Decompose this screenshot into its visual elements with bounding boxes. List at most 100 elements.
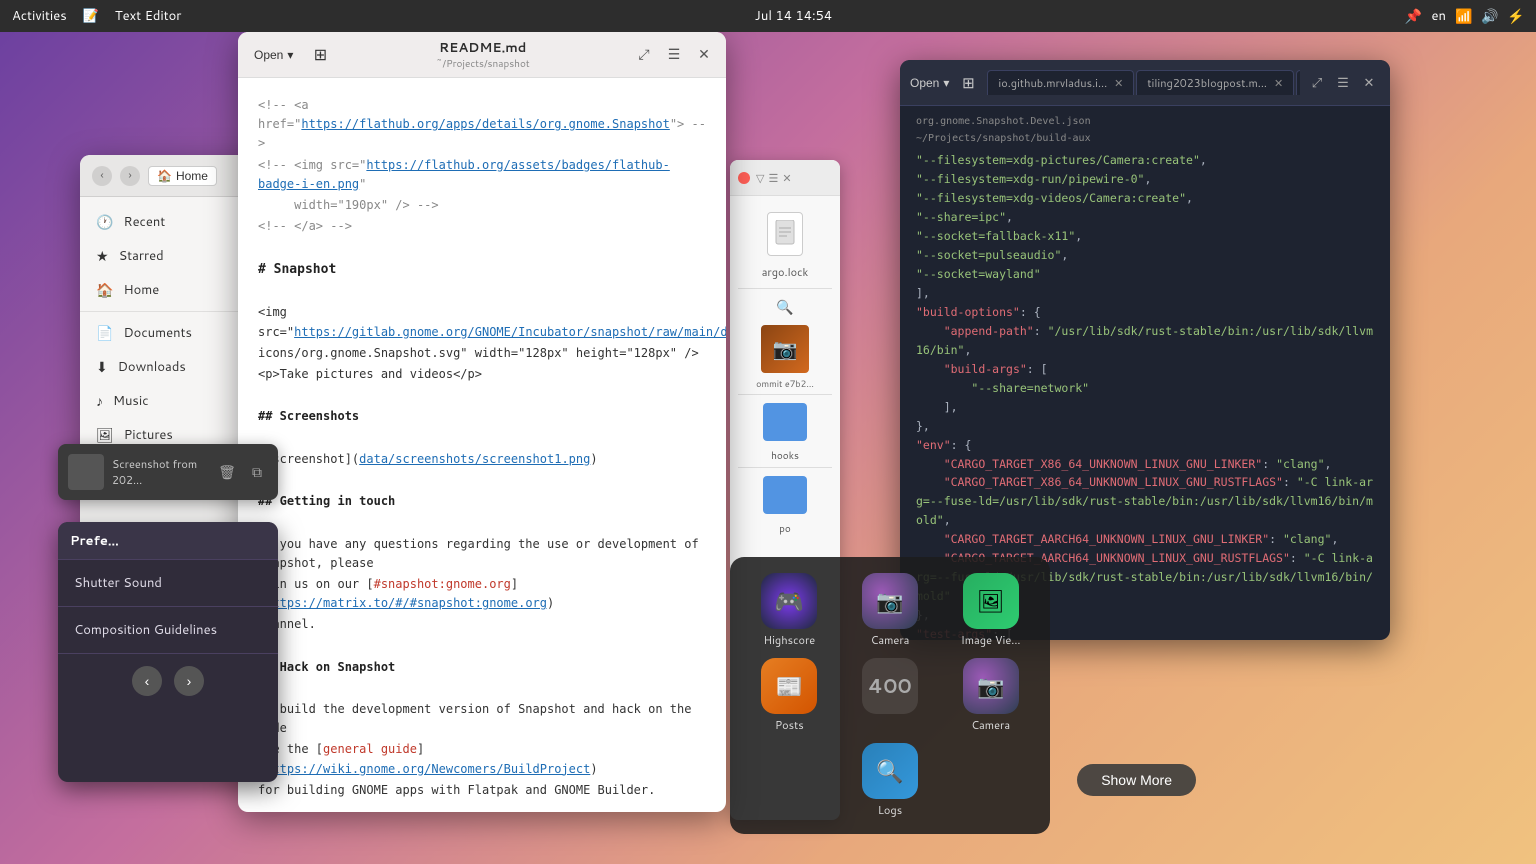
sidebar-item-documents-label: Documents <box>123 324 192 342</box>
te-new-tab-button[interactable]: ⊞ <box>307 42 333 68</box>
topbar: Activities 📝 Text Editor Jul 14 14:54 📌 … <box>0 0 1536 32</box>
app-name-icon: 📝 <box>83 7 99 25</box>
app-grid-top-row: 🎮 Highscore 📷 Camera 🖼 Image Vie... 📰 Po… <box>742 573 1038 818</box>
camera-top-label: Camera <box>871 632 910 648</box>
git-filter-icon: ▽ <box>756 170 764 186</box>
pictures-icon: 🖼 <box>96 425 114 445</box>
prefs-shutter-sound-label: Shutter Sound <box>74 574 162 592</box>
te-open-label: Open <box>254 48 283 62</box>
fm-home-button[interactable]: 🏠 Home <box>148 166 217 186</box>
app-item-highscore[interactable]: 🎮 Highscore <box>742 573 837 648</box>
sidebar-item-pictures-label: Pictures <box>124 426 173 444</box>
tej-file-path: ~/Projects/snapshot/build-aux <box>916 133 1091 144</box>
tej-open-button[interactable]: Open ▾ <box>910 76 949 90</box>
logs-icon: 🔍 <box>862 743 918 799</box>
te-open-chevron-icon: ▾ <box>287 48 293 62</box>
git-commit-info: ommit e7b2... <box>738 377 832 390</box>
te-file-path: ~/Projects/snapshot <box>341 57 624 71</box>
wifi-icon: 📶 <box>1456 8 1472 24</box>
highscore-icon: 🎮 <box>761 573 817 629</box>
app-item-camera-bottom[interactable]: 📷 Camera <box>943 658 1038 733</box>
text-editor-json-window: Open ▾ ⊞ io.github.mrvladus.i... ✕ tilin… <box>900 60 1390 640</box>
tej-new-tab-button[interactable]: ⊞ <box>955 70 981 96</box>
prefs-prev-button[interactable]: ‹ <box>132 666 162 696</box>
prefs-shutter-sound[interactable]: Shutter Sound <box>58 560 278 607</box>
starred-icon: ★ <box>96 246 109 266</box>
git-content: argo.lock 🔍 📷 ommit e7b2... hooks po <box>730 196 840 544</box>
te-menu-button[interactable]: ☰ <box>662 43 686 67</box>
camera-top-icon: 📷 <box>862 573 918 629</box>
te-content-area[interactable]: <!-- <a href="https://flathub.org/apps/d… <box>238 78 726 812</box>
image-viewer-label: Image Vie... <box>961 632 1021 648</box>
tej-tab-1[interactable]: tiling2023blogpost.m... ✕ <box>1136 70 1294 95</box>
pin-icon: 📌 <box>1406 8 1422 24</box>
tej-tab-0[interactable]: io.github.mrvladus.i... ✕ <box>987 70 1134 95</box>
fm-forward-button[interactable]: › <box>120 166 140 186</box>
sidebar-item-downloads-label: Downloads <box>118 358 186 376</box>
activities-label[interactable]: Activities <box>12 7 67 25</box>
posts-label: Posts <box>775 717 804 733</box>
camera-bottom-icon: 📷 <box>963 658 1019 714</box>
preferences-panel: Prefe... Shutter Sound Composition Guide… <box>58 522 278 782</box>
music-icon: ♪ <box>96 391 103 411</box>
prefs-composition-guidelines[interactable]: Composition Guidelines <box>58 607 278 654</box>
lang-label: en <box>1432 7 1446 25</box>
volume-icon: 🔊 <box>1482 8 1498 24</box>
power-icon: ⚡ <box>1508 8 1524 24</box>
posts-icon: 📰 <box>761 658 817 714</box>
te-zoom-button[interactable]: ⤢ <box>632 43 656 67</box>
tej-title-area: org.gnome.Snapshot.Devel.json ~/Projects… <box>916 114 1374 147</box>
fm-back-button[interactable]: ‹ <box>92 166 112 186</box>
image-viewer-icon: 🖼 <box>963 573 1019 629</box>
git-panel-close-icon[interactable]: ✕ <box>782 170 791 186</box>
screenshot-delete-button[interactable]: 🗑 <box>216 461 238 483</box>
tej-file-title: org.gnome.Snapshot.Devel.json <box>916 116 1091 127</box>
prefs-composition-guidelines-label: Composition Guidelines <box>74 621 217 639</box>
te-titlebar: Open ▾ ⊞ README.md ~/Projects/snapshot ⤢… <box>238 32 726 78</box>
git-file-icon <box>767 212 803 256</box>
show-more-button[interactable]: Show More <box>1077 764 1196 796</box>
prefs-title: Prefe... <box>70 532 266 550</box>
logs-label: Logs <box>878 802 902 818</box>
git-folder-po[interactable] <box>763 476 807 514</box>
git-folder-hooks-label: hooks <box>738 449 832 463</box>
prefs-next-button[interactable]: › <box>174 666 204 696</box>
git-folder-po-label: po <box>738 522 832 536</box>
app-item-image-viewer[interactable]: 🖼 Image Vie... <box>943 573 1038 648</box>
number-400-icon: 400 <box>862 658 918 714</box>
fm-home-label: Home <box>176 169 208 183</box>
app-item-400[interactable]: 400 <box>843 658 938 733</box>
app-item-blank <box>742 743 837 818</box>
sidebar-item-home-label: Home <box>123 281 159 299</box>
app-item-logs[interactable]: 🔍 Logs <box>843 743 938 818</box>
documents-icon: 📄 <box>96 323 113 343</box>
screenshot-thumbnail <box>68 454 104 490</box>
highscore-label: Highscore <box>763 632 815 648</box>
te-open-button[interactable]: Open ▾ <box>248 45 299 65</box>
tej-close-button[interactable]: ✕ <box>1358 72 1380 94</box>
git-close-button[interactable] <box>738 172 750 184</box>
tej-tab-2[interactable]: New Document <box>1296 70 1300 95</box>
home-icon: 🏠 <box>157 169 172 183</box>
git-list-icon: ☰ <box>768 170 778 186</box>
git-filter-row: ▽ ☰ ✕ <box>756 166 792 190</box>
te-close-button[interactable]: ✕ <box>692 43 716 67</box>
downloads-icon: ⬇ <box>96 357 108 377</box>
app-name-label: Text Editor <box>115 7 182 25</box>
app-item-posts[interactable]: 📰 Posts <box>742 658 837 733</box>
app-item-camera-top[interactable]: 📷 Camera <box>843 573 938 648</box>
tej-menu-button[interactable]: ☰ <box>1332 72 1354 94</box>
te-title-area: README.md ~/Projects/snapshot <box>341 39 624 71</box>
screenshot-notification: Screenshot from 202... 🗑 ⧉ <box>58 444 278 500</box>
git-folder-hooks[interactable] <box>763 403 807 441</box>
tej-tab-1-close[interactable]: ✕ <box>1274 75 1283 91</box>
tej-zoom-button[interactable]: ⤢ <box>1306 72 1328 94</box>
tej-titlebar: Open ▾ ⊞ io.github.mrvladus.i... ✕ tilin… <box>900 60 1390 106</box>
sidebar-item-starred-label: Starred <box>119 247 164 265</box>
tej-tab-0-close[interactable]: ✕ <box>1114 75 1123 91</box>
recent-icon: 🕐 <box>96 212 113 232</box>
camera-bottom-label: Camera <box>971 717 1010 733</box>
sidebar-item-music-label: Music <box>113 392 149 410</box>
screenshot-copy-button[interactable]: ⧉ <box>246 461 268 483</box>
datetime-label: Jul 14 14:54 <box>755 7 832 25</box>
